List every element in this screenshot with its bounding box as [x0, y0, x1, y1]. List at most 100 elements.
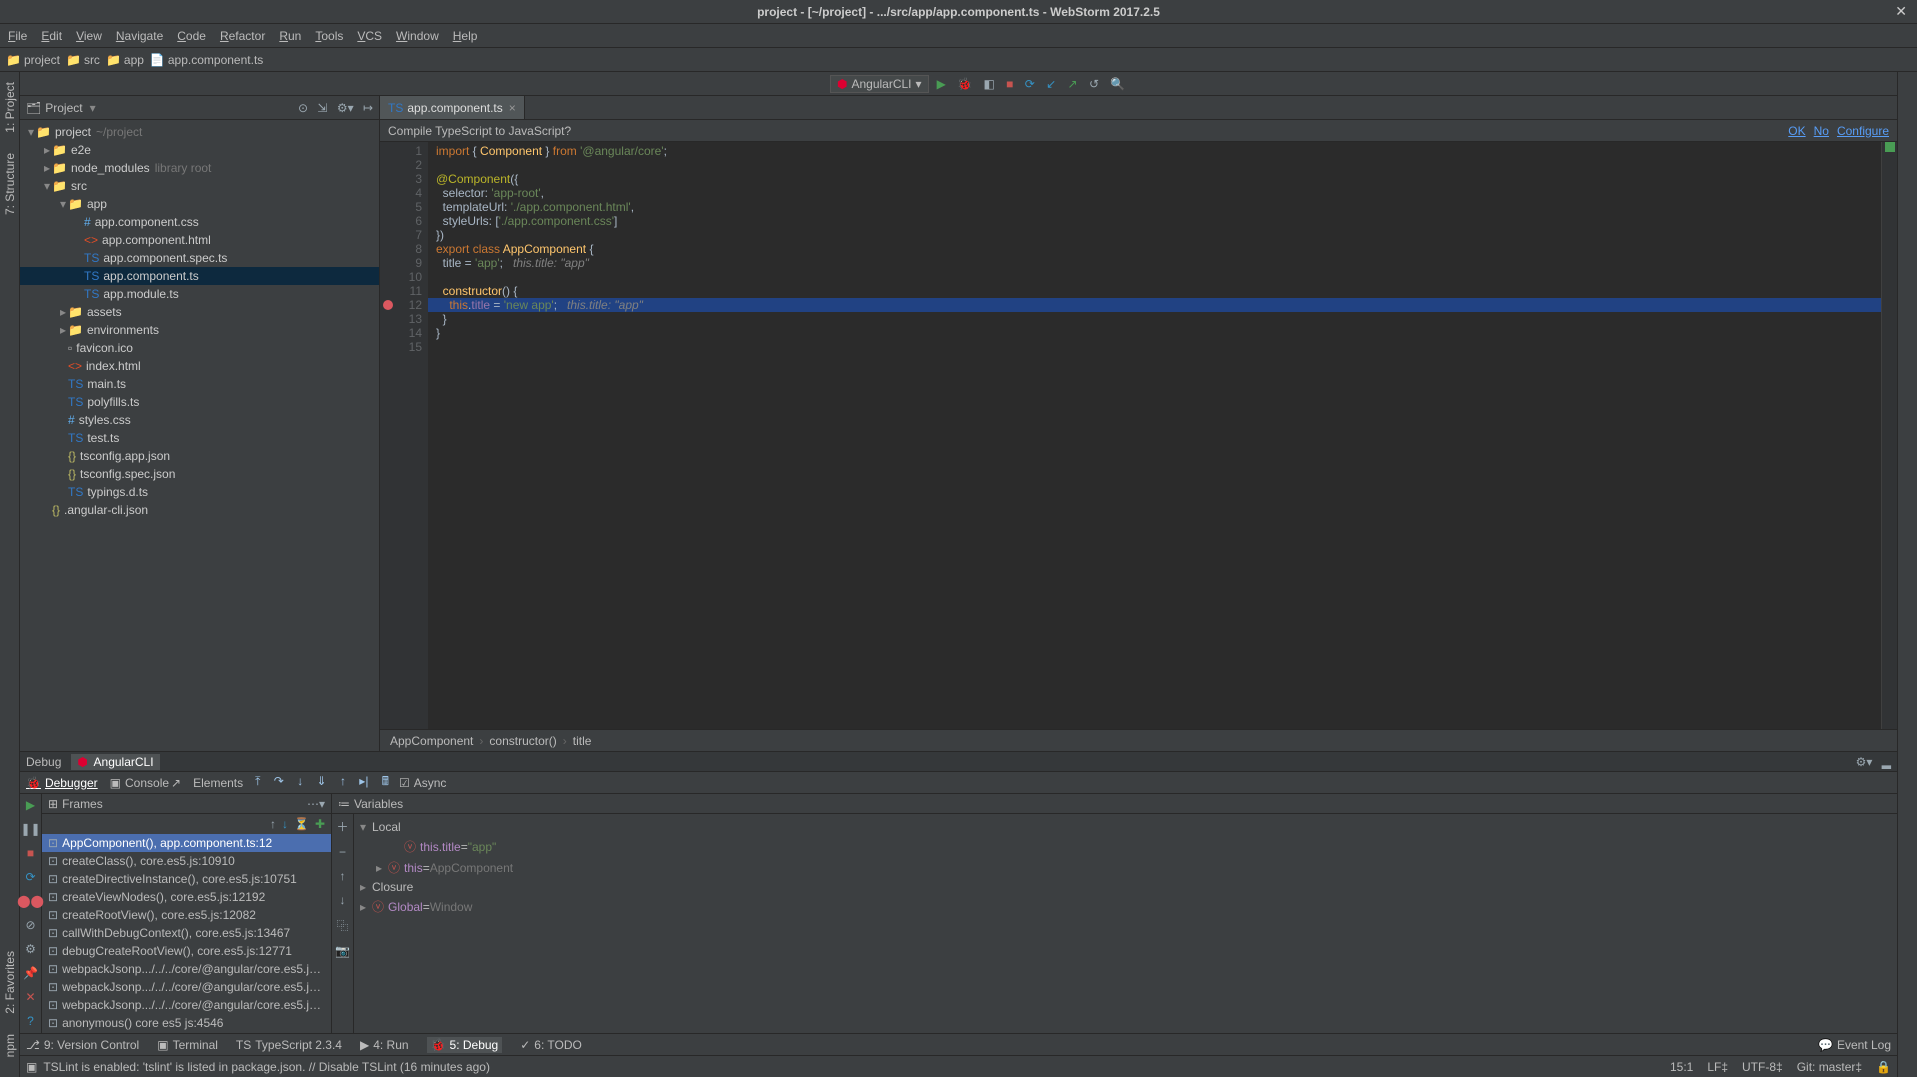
copy-watch-icon[interactable]: ⿻ [336, 917, 348, 934]
expand-icon[interactable]: ▸ [376, 861, 388, 875]
expand-icon[interactable]: ▸ [42, 143, 52, 157]
expand-icon[interactable]: ▸ [360, 880, 372, 894]
debug-icon[interactable]: 🐞 [957, 77, 972, 91]
close-icon[interactable]: ✕ [25, 990, 35, 1004]
var-row[interactable]: ▸ⓥthis = AppComponent [354, 857, 1897, 878]
history-icon[interactable]: ↺ [1089, 77, 1099, 91]
tool-todo[interactable]: ✓6: TODO [520, 1038, 582, 1052]
crumb-app.component.ts[interactable]: 📄app.component.ts [150, 53, 263, 67]
menu-window[interactable]: Window [396, 29, 439, 43]
menu-tools[interactable]: Tools [315, 29, 343, 43]
editor-crumb-AppComponent[interactable]: AppComponent [390, 734, 473, 748]
status-gitmaster[interactable]: Git: master‡ [1797, 1060, 1862, 1074]
compile-ok-link[interactable]: OK [1788, 124, 1805, 138]
expand-icon[interactable]: ▸ [58, 305, 68, 319]
frame-filter-icon[interactable]: ⏳ [294, 817, 309, 831]
crumb-app[interactable]: 📁app [106, 53, 144, 67]
menu-view[interactable]: View [76, 29, 102, 43]
tree-item-node_modules[interactable]: ▸📁node_moduleslibrary root [20, 159, 379, 177]
tree-item-typings.d.ts[interactable]: TStypings.d.ts [20, 483, 379, 501]
tree-item-tsconfig.app.json[interactable]: {}tsconfig.app.json [20, 447, 379, 465]
force-step-into-icon[interactable]: ⇓ [317, 774, 327, 788]
remove-watch-icon[interactable]: − [339, 845, 346, 859]
tree-item-e2e[interactable]: ▸📁e2e [20, 141, 379, 159]
git-push-icon[interactable]: ↗ [1068, 77, 1078, 91]
tree-item-tsconfig.spec.json[interactable]: {}tsconfig.spec.json [20, 465, 379, 483]
frame-row[interactable]: ⊡createClass(), core.es5.js:10910 [42, 852, 331, 870]
expand-icon[interactable]: ▾ [58, 197, 68, 211]
tree-item-.angular-cli.json[interactable]: {}.angular-cli.json [20, 501, 379, 519]
expand-icon[interactable]: ▾ [26, 125, 36, 139]
up-watch-icon[interactable]: ↑ [340, 869, 346, 883]
menu-help[interactable]: Help [453, 29, 478, 43]
stop-icon[interactable]: ■ [1006, 77, 1013, 91]
tree-item-main.ts[interactable]: TSmain.ts [20, 375, 379, 393]
event-log-button[interactable]: 💬Event Log [1818, 1038, 1891, 1052]
tool-typescript[interactable]: TSTypeScript 2.3.4 [236, 1038, 342, 1052]
tree-item-index.html[interactable]: <>index.html [20, 357, 379, 375]
frame-row[interactable]: ⊡callWithDebugContext(), core.es5.js:134… [42, 924, 331, 942]
code-content[interactable]: import { Component } from '@angular/core… [428, 142, 1881, 729]
frame-row[interactable]: ⊡webpackJsonp.../../../core/@angular/cor… [42, 960, 331, 978]
tree-item-styles.css[interactable]: #styles.css [20, 411, 379, 429]
status-151[interactable]: 15:1 [1670, 1060, 1693, 1074]
compile-configure-link[interactable]: Configure [1837, 124, 1889, 138]
frame-row[interactable]: ⊡AppComponent(), app.component.ts:12 [42, 834, 331, 852]
editor-tab-app-component[interactable]: TS app.component.ts × [380, 96, 525, 119]
left-tab-structure[interactable]: 7: Structure [3, 153, 17, 215]
variables-tree[interactable]: ▾Localⓥthis.title = "app"▸ⓥthis = AppCom… [354, 814, 1897, 1033]
frame-row[interactable]: ⊡createDirectiveInstance(), core.es5.js:… [42, 870, 331, 888]
menu-edit[interactable]: Edit [41, 29, 62, 43]
editor-gutter[interactable]: 123456789101112131415 [380, 142, 428, 729]
async-checkbox[interactable]: ☑Async [399, 776, 446, 790]
var-row[interactable]: ⓥthis.title = "app" [354, 836, 1897, 857]
debug-toolwindow-label[interactable]: Debug [26, 755, 61, 769]
status-utf8[interactable]: UTF-8‡ [1742, 1060, 1783, 1074]
lock-icon[interactable]: 🔒 [1876, 1060, 1891, 1074]
tree-item-favicon.ico[interactable]: ▫favicon.ico [20, 339, 379, 357]
update-icon[interactable]: ⟳ [1025, 77, 1035, 91]
expand-icon[interactable]: ▸ [360, 900, 372, 914]
coverage-icon[interactable]: ◧ [983, 77, 994, 91]
add-watch-icon[interactable]: ＋ [336, 818, 348, 835]
crumb-src[interactable]: 📁src [66, 53, 100, 67]
pin-icon[interactable]: 📌 [23, 966, 38, 980]
hide-icon[interactable]: ↦ [363, 101, 373, 115]
gear-icon[interactable]: ⚙▾ [1856, 755, 1873, 769]
screenshot-icon[interactable]: 📷 [335, 944, 350, 958]
frame-row[interactable]: ⊡createViewNodes(), core.es5.js:12192 [42, 888, 331, 906]
crumb-project[interactable]: 📁project [6, 53, 60, 67]
step-into-icon[interactable]: ↓ [297, 774, 303, 788]
debug-config-tab[interactable]: ⬢ AngularCLI [71, 754, 159, 770]
menu-code[interactable]: Code [177, 29, 206, 43]
tool-terminal[interactable]: ▣Terminal [157, 1038, 218, 1052]
tree-item-app.component.css[interactable]: #app.component.css [20, 213, 379, 231]
search-icon[interactable]: 🔍 [1110, 77, 1125, 91]
frame-up-icon[interactable]: ↑ [270, 817, 276, 831]
step-over-icon[interactable]: ↷ [274, 774, 284, 788]
expand-icon[interactable]: ▾ [360, 820, 372, 834]
frame-row[interactable]: ⊡anonymous() core es5 js:4546 [42, 1014, 331, 1032]
frame-row[interactable]: ⊡webpackJsonp.../../../core/@angular/cor… [42, 978, 331, 996]
tree-item-src[interactable]: ▾📁src [20, 177, 379, 195]
close-icon[interactable]: ✕ [1895, 3, 1907, 20]
frame-row[interactable]: ⊡createRootView(), core.es5.js:12082 [42, 906, 331, 924]
left-tab-npm[interactable]: npm [3, 1034, 17, 1057]
tree-item-app.component.ts[interactable]: TSapp.component.ts [20, 267, 379, 285]
menu-navigate[interactable]: Navigate [116, 29, 163, 43]
reload-icon[interactable]: ⟳ [25, 870, 35, 884]
tree-item-environments[interactable]: ▸📁environments [20, 321, 379, 339]
frame-row[interactable]: ⊡debugCreateRootView(), core.es5.js:1277… [42, 942, 331, 960]
tree-item-app.component.spec.ts[interactable]: TSapp.component.spec.ts [20, 249, 379, 267]
compile-no-link[interactable]: No [1814, 124, 1829, 138]
tool-run[interactable]: ▶4: Run [360, 1038, 409, 1052]
collapse-icon[interactable]: ⇲ [317, 101, 327, 115]
stop-icon[interactable]: ■ [27, 846, 34, 860]
run-config-selector[interactable]: ⬢ AngularCLI ▾ [830, 75, 929, 93]
close-tab-icon[interactable]: × [509, 101, 516, 115]
frame-add-icon[interactable]: ✚ [315, 817, 325, 831]
rerun-icon[interactable]: ▶ [26, 798, 35, 812]
editor-markers[interactable] [1881, 142, 1897, 729]
evaluate-icon[interactable]: 🖩 [382, 774, 389, 788]
run-to-cursor-icon[interactable]: ▸| [359, 774, 368, 788]
